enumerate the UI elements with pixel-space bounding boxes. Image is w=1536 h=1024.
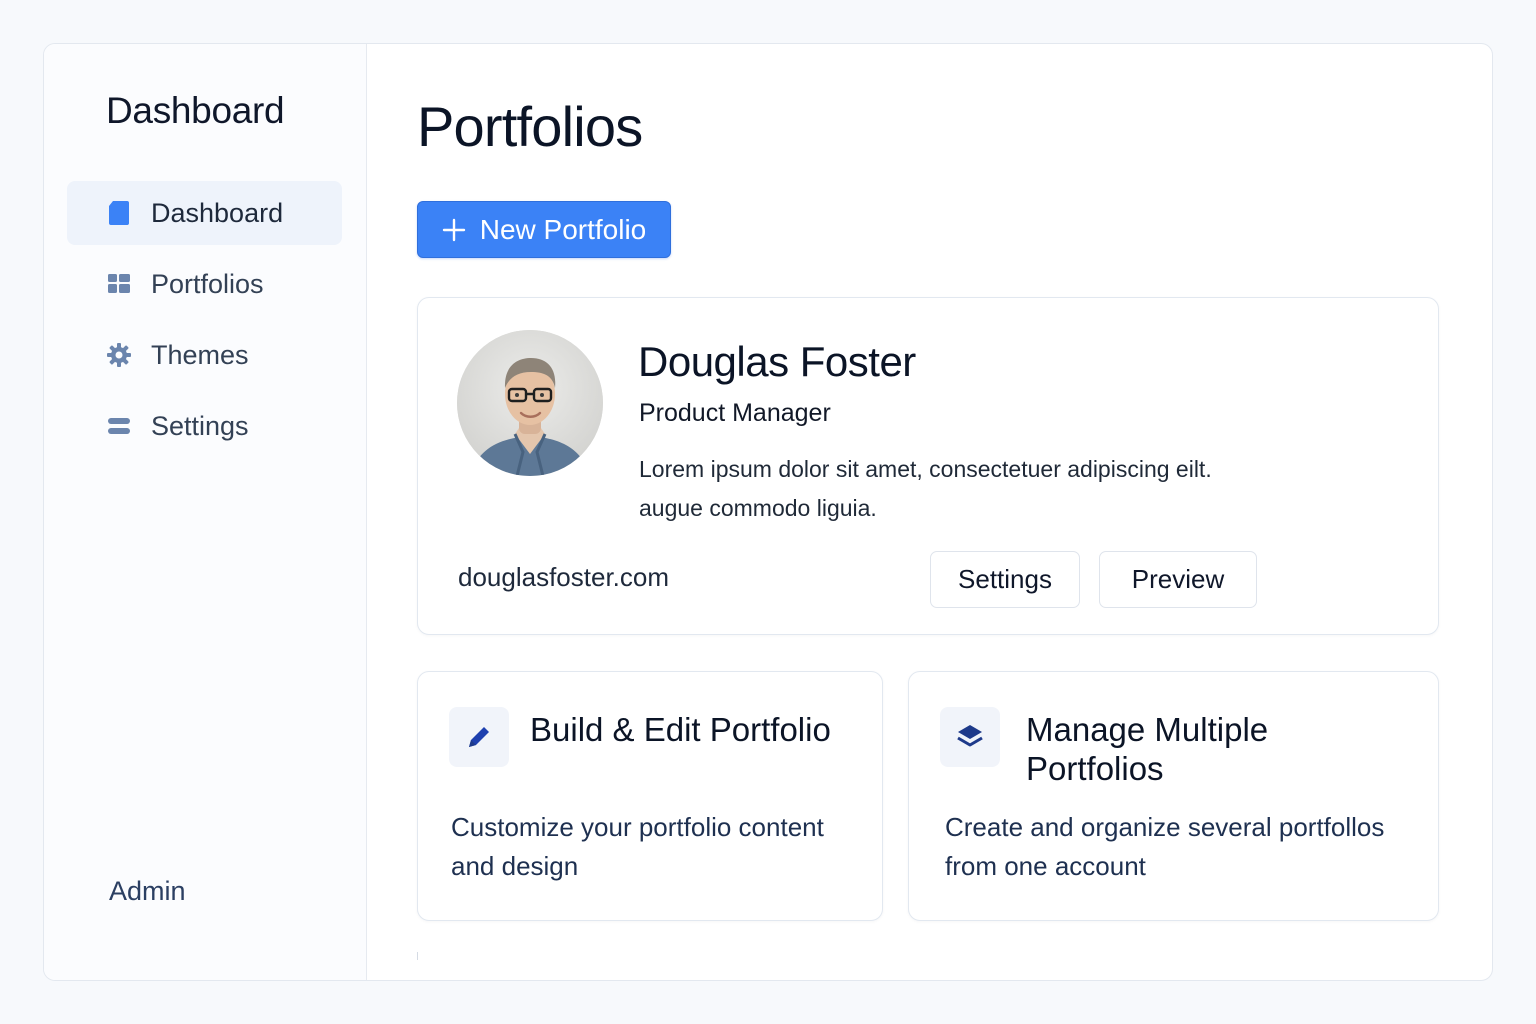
sidebar: Dashboard Dashboard Portfolios Themes Se… <box>44 44 367 980</box>
profile-role: Product Manager <box>639 399 831 427</box>
profile-bio: Lorem ipsum dolor sit amet, consectetuer… <box>639 456 1212 521</box>
sidebar-item-label: Settings <box>151 410 249 441</box>
sidebar-brand: Dashboard <box>106 90 285 131</box>
feature-title: Manage Multiple Portfolios <box>1026 711 1269 787</box>
sidebar-item-portfolios[interactable]: Portfolios <box>67 252 342 316</box>
toggle-lines-icon <box>107 414 131 438</box>
sidebar-item-settings[interactable]: Settings <box>67 394 342 458</box>
portfolio-url[interactable]: douglasfoster.com <box>458 562 669 593</box>
layers-icon <box>940 707 1000 767</box>
app-window: Dashboard Dashboard Portfolios Themes Se… <box>43 43 1493 981</box>
feature-card-build-edit[interactable]: Build & Edit Portfolio Customize your po… <box>417 671 883 921</box>
settings-button[interactable]: Settings <box>930 551 1080 608</box>
preview-button[interactable]: Preview <box>1099 551 1257 608</box>
main-content: Portfolios New Portfolio Douglas Foster … <box>368 44 1492 980</box>
page-title: Portfolios <box>417 95 643 158</box>
new-portfolio-button[interactable]: New Portfolio <box>417 201 671 258</box>
new-portfolio-label: New Portfolio <box>479 213 647 245</box>
pencil-icon <box>449 707 509 767</box>
sidebar-item-label: Dashboard <box>151 197 284 228</box>
grid-icon <box>107 272 131 296</box>
avatar <box>457 330 603 476</box>
feature-title: Build & Edit Portfolio <box>530 711 831 748</box>
plus-icon <box>442 218 466 242</box>
divider <box>417 952 418 960</box>
admin-link[interactable]: Admin <box>109 876 186 907</box>
portfolio-card: Douglas Foster Product Manager Lorem ips… <box>417 297 1439 635</box>
sidebar-item-themes[interactable]: Themes <box>67 323 342 387</box>
sidebar-item-label: Portfolios <box>151 268 264 299</box>
sidebar-item-label: Themes <box>151 339 249 370</box>
document-icon <box>107 201 131 225</box>
gear-icon <box>107 343 131 367</box>
feature-card-manage-multiple[interactable]: Manage Multiple Portfolios Create and or… <box>908 671 1439 921</box>
feature-description: Create and organize several portfollos f… <box>945 812 1385 881</box>
sidebar-nav: Dashboard Portfolios Themes Settings <box>67 181 342 465</box>
profile-name: Douglas Foster <box>638 338 916 385</box>
feature-description: Customize your portfolio content and des… <box>451 812 824 881</box>
sidebar-item-dashboard[interactable]: Dashboard <box>67 181 342 245</box>
